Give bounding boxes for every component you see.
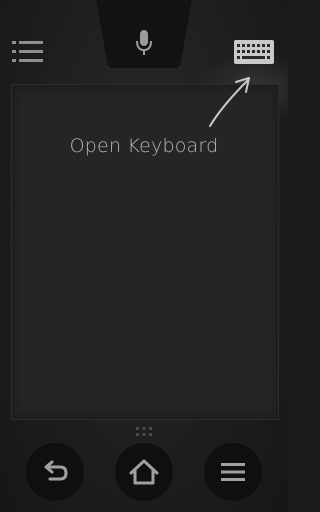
home-button[interactable] <box>115 443 173 501</box>
open-keyboard-hint: Open Keyboard <box>69 135 219 157</box>
remote-screen: Open Keyboard <box>0 0 288 512</box>
keyboard-button[interactable] <box>229 36 279 68</box>
back-button[interactable] <box>26 443 84 501</box>
menu-icon <box>221 463 245 481</box>
back-icon <box>44 460 68 481</box>
home-icon <box>129 459 159 485</box>
keyboard-icon <box>234 40 274 64</box>
hint-arrow-icon <box>209 77 250 127</box>
drag-handle-icon <box>136 427 152 436</box>
menu-button[interactable] <box>204 443 262 501</box>
voice-search-button[interactable] <box>96 0 192 70</box>
microphone-icon <box>136 30 152 55</box>
list-icon <box>12 41 43 62</box>
list-button[interactable] <box>10 38 46 66</box>
